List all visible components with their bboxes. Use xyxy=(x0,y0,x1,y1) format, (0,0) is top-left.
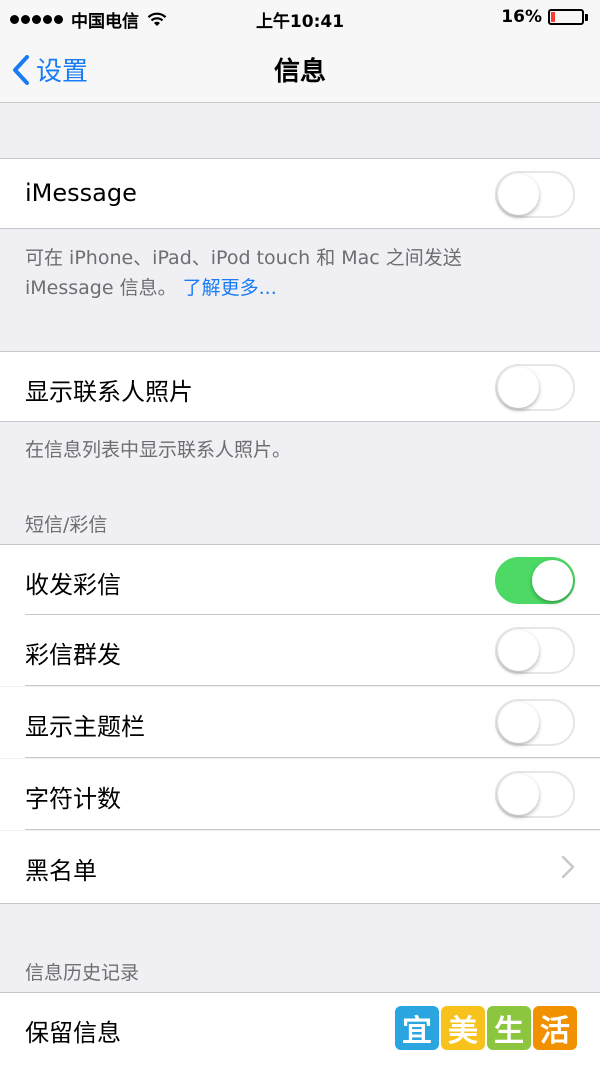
blocked-row[interactable]: 黑名单 xyxy=(0,831,600,904)
blocked-label: 黑名单 xyxy=(25,857,97,885)
contact-photos-footer: 在信息列表中显示联系人照片。 xyxy=(25,439,292,461)
imessage-footer: 可在 iPhone、iPad、iPod touch 和 Mac 之间发送 iMe… xyxy=(25,247,462,299)
contact-photos-label: 显示联系人照片 xyxy=(25,378,193,406)
learn-more-link[interactable]: 了解更多... xyxy=(183,277,277,299)
sms-section-header: 短信/彩信 xyxy=(25,514,108,536)
chevron-right-icon xyxy=(561,855,575,879)
subject-field-label: 显示主题栏 xyxy=(25,713,145,741)
imessage-row: iMessage xyxy=(0,158,600,229)
watermark-logo: 宜 美 生 活 xyxy=(395,1006,579,1050)
page-title: 信息 xyxy=(273,57,326,87)
mms-row: 收发彩信 xyxy=(0,544,600,615)
battery-icon xyxy=(548,9,584,25)
group-mms-label: 彩信群发 xyxy=(25,641,121,669)
character-count-toggle[interactable] xyxy=(495,771,575,818)
mms-label: 收发彩信 xyxy=(25,571,121,599)
character-count-row: 字符计数 xyxy=(0,759,600,830)
navigation-bar: 设置 信息 xyxy=(0,36,600,103)
character-count-label: 字符计数 xyxy=(25,785,121,813)
contact-photos-toggle[interactable] xyxy=(495,364,575,411)
mms-toggle[interactable] xyxy=(495,557,575,604)
battery-percent: 16% xyxy=(501,7,542,27)
group-mms-toggle[interactable] xyxy=(495,627,575,674)
imessage-toggle[interactable] xyxy=(495,171,575,218)
group-mms-row: 彩信群发 xyxy=(0,615,600,686)
keep-messages-label: 保留信息 xyxy=(25,1019,121,1047)
history-section-header: 信息历史记录 xyxy=(25,962,140,984)
subject-field-row: 显示主题栏 xyxy=(0,687,600,758)
subject-field-toggle[interactable] xyxy=(495,699,575,746)
imessage-label: iMessage xyxy=(25,179,137,207)
contact-photos-row: 显示联系人照片 xyxy=(0,351,600,422)
status-bar: 中国电信 上午10:41 16% xyxy=(0,0,600,36)
